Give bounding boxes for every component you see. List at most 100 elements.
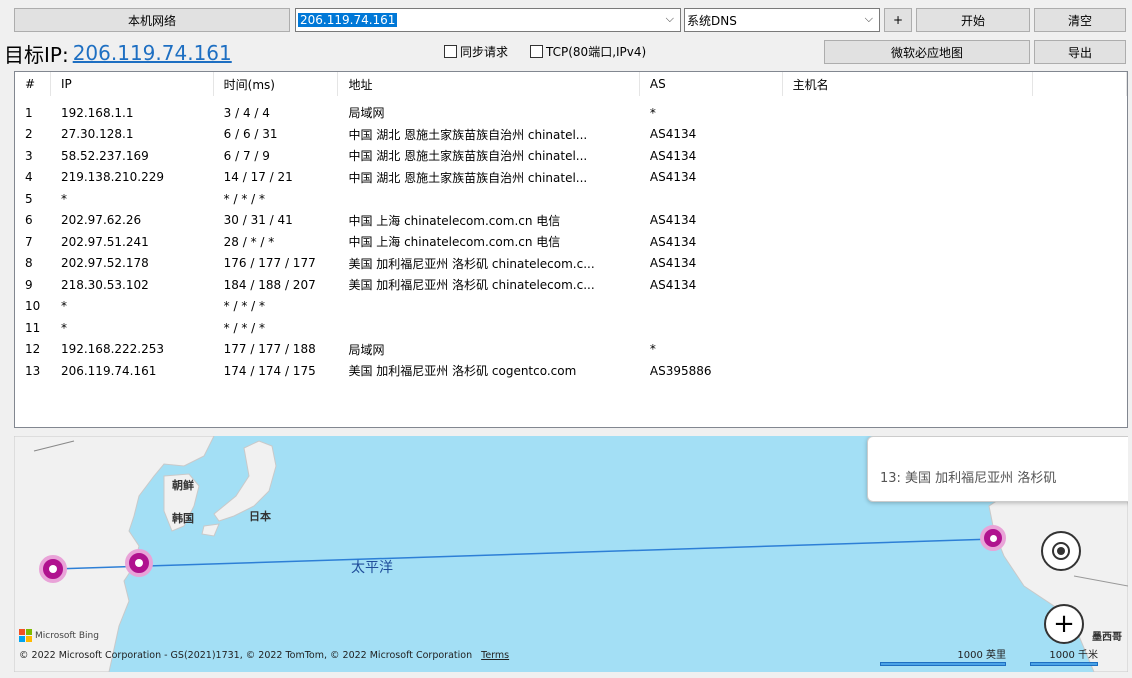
tcp-checkbox[interactable]: TCP(80端口,IPv4) [530, 43, 646, 60]
table-cell: 177 / 177 / 188 [223, 342, 316, 357]
table-cell: 8 [25, 256, 33, 271]
table-row[interactable]: 8 202.97.52.178 176 / 177 / 177 美国 加利福尼亚州 洛… [15, 253, 1127, 275]
route-marker-shanghai[interactable] [125, 549, 153, 577]
table-cell: 219.138.210.229 [60, 170, 165, 185]
table-cell: 2 [25, 127, 33, 142]
table-cell: 中国 上海 chinatelecom.com.cn 电信 [348, 235, 561, 250]
route-marker-los-angeles[interactable] [980, 525, 1006, 551]
sync-request-checkbox[interactable]: 同步请求 [444, 43, 508, 60]
table-cell: 218.30.53.102 [60, 277, 149, 292]
table-cell: AS4134 [649, 256, 697, 271]
dns-combobox[interactable]: 系统DNS ⌵ [684, 8, 880, 32]
trace-table[interactable]: # IP 时间(ms) 地址 AS 主机名 1 192.168.1.1 3 / 4 … [14, 71, 1128, 428]
table-cell: 184 / 188 / 207 [223, 277, 316, 292]
table-cell: 美国 加利福尼亚州 洛杉矶 chinatelecom.c... [348, 256, 595, 271]
table-cell: 14 / 17 / 21 [223, 170, 293, 185]
column-header-index[interactable]: # [15, 72, 51, 96]
column-header-time[interactable]: 时间(ms) [214, 72, 339, 96]
route-map[interactable]: 朝鲜 韩国 日本 墨西哥 太平洋 13: 美国 加利福尼亚州 洛杉矶 + Mic… [14, 436, 1128, 672]
table-cell: 局域网 [348, 342, 385, 357]
table-cell: 174 / 174 / 175 [223, 363, 316, 378]
add-button[interactable]: + [884, 8, 912, 32]
table-cell: 7 [25, 234, 33, 249]
route-line [53, 538, 995, 570]
checkbox-box[interactable] [530, 45, 543, 58]
map-label-north-korea: 朝鲜 [172, 479, 194, 492]
table-cell: 202.97.51.241 [60, 234, 149, 249]
table-cell: 176 / 177 / 177 [223, 256, 316, 271]
table-cell: 30 / 31 / 41 [223, 213, 293, 228]
map-label-mexico: 墨西哥 [1092, 632, 1122, 643]
table-row[interactable]: 10 * * / * / * [15, 296, 1127, 318]
map-label-japan: 日本 [249, 510, 271, 523]
table-row[interactable]: 4 219.138.210.229 14 / 17 / 21 中国 湖北 恩施土家族苗… [15, 167, 1127, 189]
table-cell: 5 [25, 191, 33, 206]
table-cell: 9 [25, 277, 33, 292]
table-cell: 美国 加利福尼亚州 洛杉矶 cogentco.com [348, 364, 577, 379]
table-row[interactable]: 3 58.52.237.169 6 / 7 / 9 中国 湖北 恩施土家族苗族自治州 … [15, 145, 1127, 167]
column-header-address[interactable]: 地址 [338, 72, 640, 96]
target-ip-link[interactable]: 206.119.74.161 [73, 41, 232, 65]
column-header-ip[interactable]: IP [51, 72, 214, 96]
column-header-extra[interactable] [1033, 72, 1127, 96]
target-display: 目标IP: 206.119.74.161 [4, 39, 232, 67]
table-cell: * / * / * [223, 320, 265, 335]
table-row[interactable]: 1 192.168.1.1 3 / 4 / 4 局域网 * [15, 102, 1127, 124]
table-row[interactable]: 13 206.119.74.161 174 / 174 / 175 美国 加利福尼亚州… [15, 360, 1127, 382]
table-cell: * [60, 191, 67, 206]
table-row[interactable]: 9 218.30.53.102 184 / 188 / 207 美国 加利福尼亚州 洛… [15, 274, 1127, 296]
export-button[interactable]: 导出 [1034, 40, 1126, 64]
table-cell: 58.52.237.169 [60, 148, 149, 163]
table-cell: * / * / * [223, 299, 265, 314]
table-row[interactable]: 6 202.97.62.26 30 / 31 / 41 中国 上海 chinatele… [15, 210, 1127, 232]
sync-request-label: 同步请求 [460, 45, 509, 59]
table-cell: 6 [25, 213, 33, 228]
table-row[interactable]: 5 * * / * / * [15, 188, 1127, 210]
table-body: 1 192.168.1.1 3 / 4 / 4 局域网 * 2 27.30.128.1 6 /… [15, 102, 1127, 382]
table-row[interactable]: 7 202.97.51.241 28 / * / * 中国 上海 chinatelec… [15, 231, 1127, 253]
table-cell: 11 [25, 320, 41, 335]
locate-button[interactable] [1041, 531, 1081, 571]
map-label-pacific: 太平洋 [351, 560, 393, 576]
tcp-label: TCP(80端口,IPv4) [546, 45, 647, 59]
map-copyright: © 2022 Microsoft Corporation - GS(2021)1… [19, 650, 510, 661]
table-cell: 美国 加利福尼亚州 洛杉矶 chinatelecom.c... [348, 278, 595, 293]
table-cell: 12 [25, 342, 41, 357]
clear-button[interactable]: 清空 [1034, 8, 1126, 32]
table-cell: AS4134 [649, 148, 697, 163]
locate-icon [1052, 542, 1070, 560]
table-cell: 3 [25, 148, 33, 163]
table-cell: 28 / * / * [223, 234, 275, 249]
table-cell: 中国 湖北 恩施土家族苗族自治州 chinatel... [348, 127, 588, 142]
table-cell: 6 / 7 / 9 [223, 148, 270, 163]
route-marker-start[interactable] [39, 555, 67, 583]
chevron-down-icon[interactable]: ⌵ [865, 12, 873, 26]
target-ip-label: 目标IP: [4, 42, 69, 67]
local-network-button[interactable]: 本机网络 [14, 8, 290, 32]
table-row[interactable]: 12 192.168.222.253 177 / 177 / 188 局域网 * [15, 339, 1127, 361]
table-cell: 1 [25, 105, 33, 120]
bing-map-button[interactable]: 微软必应地图 [824, 40, 1030, 64]
table-cell: 206.119.74.161 [60, 363, 157, 378]
scale-miles: 1000 英里 [880, 646, 1006, 666]
table-cell: 27.30.128.1 [60, 127, 134, 142]
table-cell: * [60, 299, 67, 314]
target-combobox[interactable]: 206.119.74.161 ⌵ [295, 8, 681, 32]
table-cell: 中国 上海 chinatelecom.com.cn 电信 [348, 213, 561, 228]
checkbox-box[interactable] [444, 45, 457, 58]
table-cell: 中国 湖北 恩施土家族苗族自治州 chinatel... [348, 170, 588, 185]
zoom-in-button[interactable]: + [1044, 604, 1084, 644]
table-cell: AS4134 [649, 277, 697, 292]
hop-popup-text: 13: 美国 加利福尼亚州 洛杉矶 [880, 471, 1057, 486]
column-header-as[interactable]: AS [640, 72, 783, 96]
table-row[interactable]: 11 * * / * / * [15, 317, 1127, 339]
terms-link[interactable]: Terms [481, 650, 509, 661]
chevron-down-icon[interactable]: ⌵ [666, 12, 674, 26]
table-row[interactable]: 2 27.30.128.1 6 / 6 / 31 中国 湖北 恩施土家族苗族自治州 c… [15, 124, 1127, 146]
table-cell: 局域网 [348, 106, 385, 121]
column-header-hostname[interactable]: 主机名 [783, 72, 1034, 96]
scale-km: 1000 千米 [1030, 646, 1098, 666]
target-combobox-value: 206.119.74.161 [298, 13, 398, 27]
start-button[interactable]: 开始 [916, 8, 1030, 32]
table-cell: * [60, 320, 67, 335]
